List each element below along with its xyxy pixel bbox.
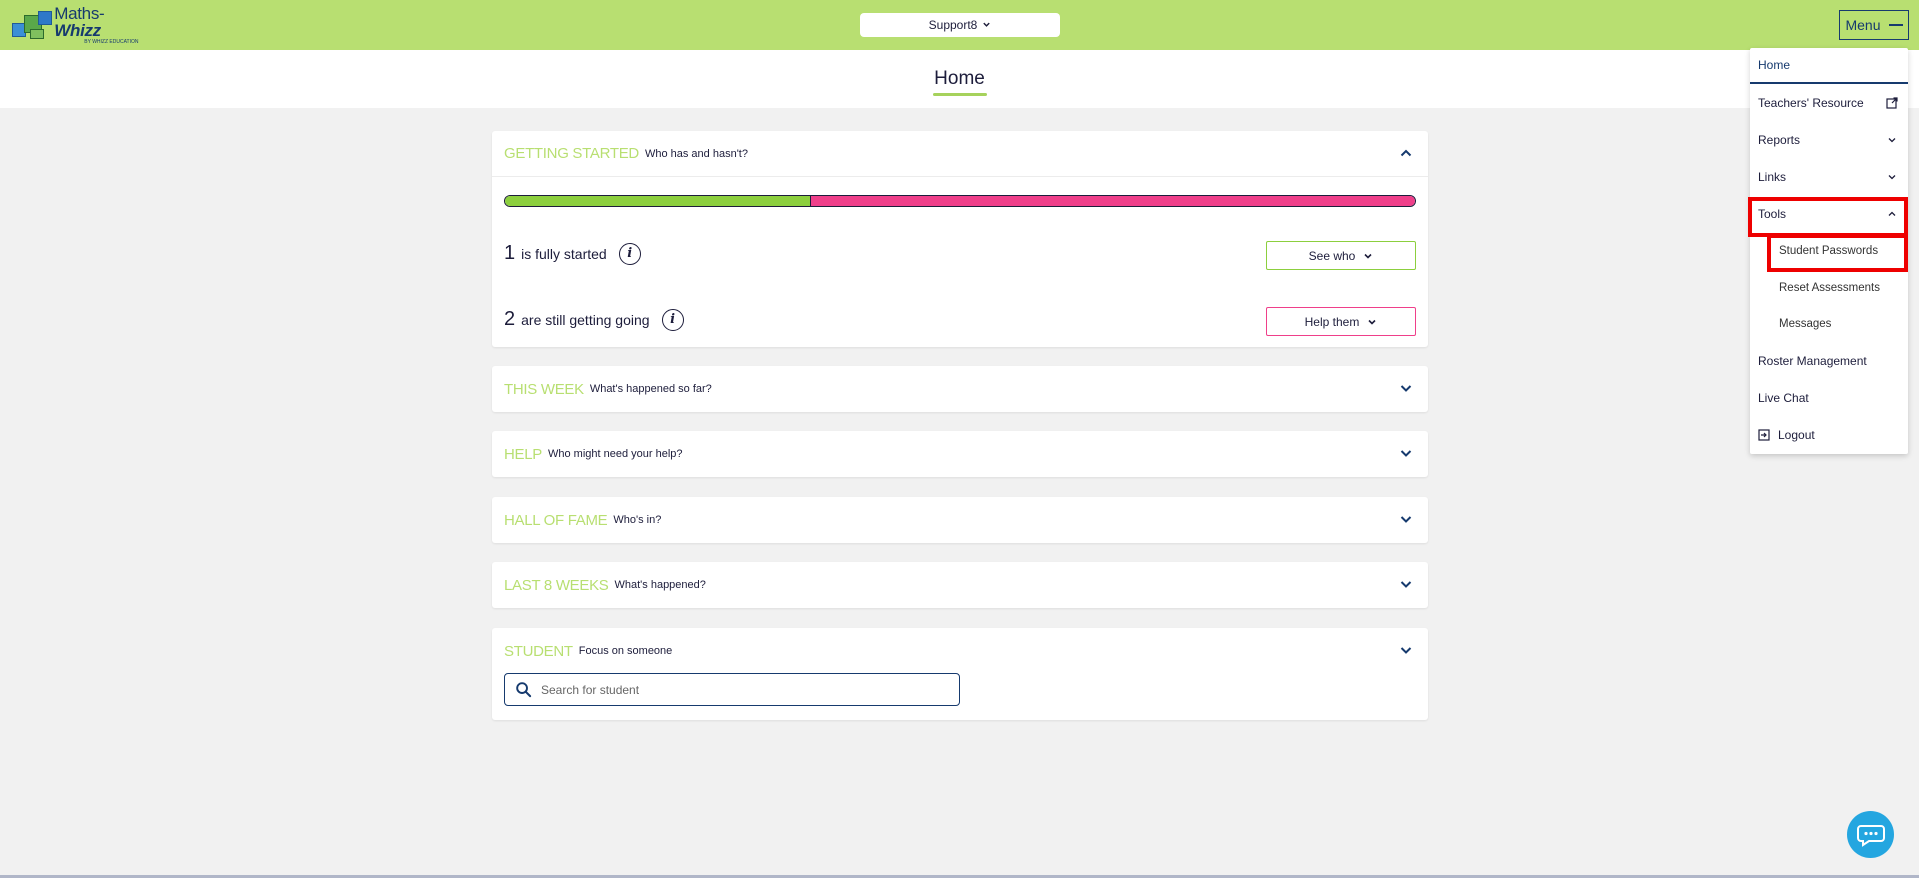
menu-item-label: Links (1758, 170, 1787, 184)
see-who-button[interactable]: See who (1266, 241, 1416, 270)
logout-icon (1758, 429, 1770, 441)
menu-item-home[interactable]: Home (1750, 48, 1908, 84)
chevron-up-icon[interactable] (1398, 145, 1414, 161)
chevron-down-icon[interactable] (1398, 642, 1414, 658)
title-underline (933, 93, 987, 96)
student-search-input[interactable] (541, 682, 941, 697)
hall-of-fame-card: HALL OF FAME Who's in? (492, 497, 1428, 543)
fully-started-count: 1 (504, 242, 516, 264)
menu-button[interactable]: Menu (1839, 10, 1909, 40)
chevron-down-icon (1886, 171, 1898, 183)
info-icon[interactable]: i (618, 242, 641, 265)
chevron-down-icon[interactable] (1398, 576, 1414, 592)
menu-item-label: Reports (1758, 133, 1801, 147)
card-keyword: HELP (504, 445, 542, 463)
help-them-label: Help them (1304, 314, 1360, 329)
logo-text: Maths-Whizz (54, 4, 105, 40)
menu-item-logout[interactable]: Logout (1750, 417, 1908, 453)
fully-started-text: is fully started (521, 245, 607, 262)
menu-item-label: Logout (1778, 428, 1815, 442)
hall-of-fame-header[interactable]: HALL OF FAME Who's in? (492, 497, 1428, 543)
menu-item-teachers-resource[interactable]: Teachers' Resource (1750, 85, 1908, 121)
progress-started-segment (505, 196, 811, 206)
card-subtitle: What's happened so far? (589, 383, 712, 395)
chevron-down-icon (982, 20, 991, 31)
getting-going-row: 2 are still getting going i (504, 308, 684, 331)
getting-going-text: are still getting going (521, 311, 650, 328)
started-progress-bar (504, 195, 1416, 207)
live-chat-launcher[interactable] (1847, 811, 1894, 858)
student-card: STUDENT Focus on someone (492, 628, 1428, 720)
menu-item-label: Student Passwords (1779, 245, 1879, 257)
chevron-down-icon[interactable] (1398, 380, 1414, 396)
this-week-card: THIS WEEK What's happened so far? (492, 366, 1428, 412)
menu-item-label: Home (1758, 58, 1791, 72)
search-icon (516, 682, 532, 698)
menu-item-messages[interactable]: Messages (1750, 306, 1908, 342)
last-8-weeks-header[interactable]: LAST 8 WEEKS What's happened? (492, 562, 1428, 608)
chat-icon (1856, 824, 1885, 847)
chevron-down-icon[interactable] (1398, 445, 1414, 461)
help-header[interactable]: HELP Who might need your help? (492, 431, 1428, 477)
class-selector[interactable]: Support8 (860, 13, 1060, 37)
help-them-button[interactable]: Help them (1266, 307, 1416, 336)
menu-item-reset-assessments[interactable]: Reset Assessments (1750, 270, 1908, 306)
hamburger-icon (1888, 24, 1903, 26)
menu-item-tools[interactable]: Tools (1750, 196, 1908, 232)
menu-item-label: Live Chat (1758, 391, 1809, 405)
chevron-down-icon (1368, 319, 1376, 325)
menu-item-live-chat[interactable]: Live Chat (1750, 380, 1908, 416)
fully-started-row: 1 is fully started i (504, 242, 641, 265)
external-link-icon (1886, 97, 1898, 109)
card-subtitle: What's happened? (614, 579, 706, 591)
card-keyword: HALL OF FAME (504, 511, 608, 529)
menu-label: Menu (1845, 17, 1881, 33)
menu-item-links[interactable]: Links (1750, 159, 1908, 195)
menu-item-label: Messages (1779, 318, 1832, 330)
top-bar: Maths-Whizz by whizz education Support8 … (0, 0, 1919, 50)
info-icon[interactable]: i (661, 308, 684, 331)
menu-item-label: Roster Management (1758, 354, 1867, 368)
page-header: Home (0, 50, 1919, 108)
card-subtitle: Who might need your help? (548, 448, 683, 460)
main-menu-dropdown: Home Teachers' Resource Reports Links To… (1748, 48, 1908, 454)
menu-item-label: Reset Assessments (1779, 282, 1880, 294)
menu-item-student-passwords[interactable]: Student Passwords (1750, 233, 1908, 269)
chevron-up-icon (1886, 208, 1898, 220)
progress-not-started-segment (810, 196, 1415, 206)
menu-item-label: Tools (1758, 207, 1787, 221)
card-keyword: GETTING STARTED (504, 145, 639, 162)
page-title: Home (934, 68, 985, 89)
maths-whizz-logo[interactable]: Maths-Whizz by whizz education (12, 4, 147, 45)
chevron-down-icon (1364, 253, 1372, 259)
card-keyword: THIS WEEK (504, 380, 584, 398)
student-search-box[interactable] (504, 673, 960, 706)
card-keyword: STUDENT (504, 642, 573, 660)
chevron-down-icon[interactable] (1398, 511, 1414, 527)
getting-started-card: GETTING STARTED Who has and hasn't? 1 is… (492, 131, 1428, 347)
getting-going-count: 2 (504, 308, 516, 330)
class-selector-value: Support8 (928, 18, 978, 32)
this-week-header[interactable]: THIS WEEK What's happened so far? (492, 366, 1428, 412)
logo-subtext: by whizz education (84, 39, 139, 45)
card-subtitle: Focus on someone (578, 645, 673, 657)
card-subtitle: Who has and hasn't? (644, 147, 748, 160)
card-keyword: LAST 8 WEEKS (504, 576, 609, 594)
menu-item-label: Teachers' Resource (1758, 96, 1864, 110)
help-card: HELP Who might need your help? (492, 431, 1428, 477)
last-8-weeks-card: LAST 8 WEEKS What's happened? (492, 562, 1428, 608)
see-who-label: See who (1308, 248, 1356, 263)
menu-item-reports[interactable]: Reports (1750, 122, 1908, 158)
getting-started-header[interactable]: GETTING STARTED Who has and hasn't? (492, 131, 1428, 177)
student-header[interactable]: STUDENT Focus on someone (492, 628, 1428, 674)
menu-item-roster-management[interactable]: Roster Management (1750, 343, 1908, 379)
logo-cube-icon (12, 9, 52, 41)
chevron-down-icon (1886, 134, 1898, 146)
card-subtitle: Who's in? (613, 514, 662, 526)
